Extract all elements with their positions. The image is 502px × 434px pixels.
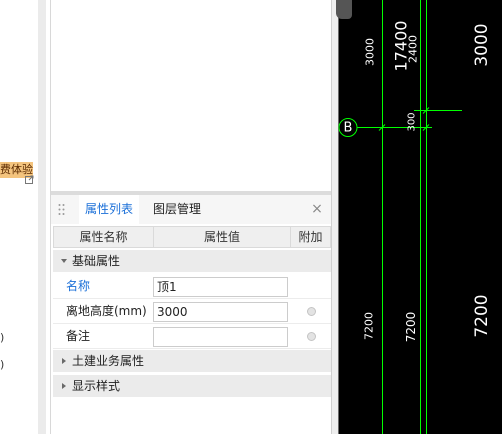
property-side-panel: 属性列表 图层管理 × 属性名称 属性值 附加 基础属性 名称 顶1 离地高度(… [50, 0, 332, 434]
dimension-label: 3000 [472, 23, 492, 66]
dimension-label: 300 [407, 112, 418, 131]
tab-property-list[interactable]: 属性列表 [79, 195, 140, 224]
tab-layer-management[interactable]: 图层管理 [147, 195, 207, 224]
close-button[interactable]: × [310, 201, 324, 217]
property-panel: 属性列表 图层管理 × 属性名称 属性值 附加 基础属性 名称 顶1 离地高度(… [51, 195, 331, 434]
expand-arrow-icon[interactable] [61, 375, 69, 397]
app-window: 费体验 ) ) 属性列表 图层管理 × 属性名称 属性值 附加 基础属性 名称 … [0, 0, 502, 434]
dimension-label: 3000 [364, 38, 377, 66]
truncated-text-fragment: ) [0, 331, 5, 344]
property-table: 属性名称 属性值 附加 基础属性 名称 顶1 离地高度(mm) 3000 备注 … [53, 226, 331, 434]
attach-checkbox[interactable] [307, 332, 316, 341]
height-input[interactable]: 3000 [153, 302, 288, 322]
name-input[interactable]: 顶1 [153, 277, 288, 297]
table-row: 名称 顶1 [53, 274, 331, 299]
property-name: 名称 [66, 279, 91, 293]
group-label: 土建业务属性 [72, 354, 145, 368]
input-value: 顶1 [157, 280, 177, 294]
left-panel: 费体验 ) ) [0, 0, 38, 434]
group-label: 基础属性 [72, 254, 121, 268]
dimension-label: 2400 [407, 35, 420, 63]
dimension-label: 7200 [404, 312, 418, 343]
external-link-icon[interactable] [25, 175, 34, 184]
remark-input[interactable] [153, 327, 288, 347]
expand-arrow-icon[interactable] [61, 250, 69, 272]
column-header-attach[interactable]: 附加 [291, 227, 330, 247]
group-label: 显示样式 [72, 379, 121, 393]
attach-checkbox[interactable] [307, 307, 316, 316]
group-row-basic[interactable]: 基础属性 [53, 250, 331, 272]
truncated-text-fragment: ) [0, 358, 5, 371]
drag-handle-icon[interactable] [58, 203, 65, 216]
table-header: 属性名称 属性值 附加 [53, 226, 331, 248]
table-row: 备注 [53, 324, 331, 349]
column-header-value[interactable]: 属性值 [154, 227, 291, 247]
drawing-canvas[interactable]: B 17400 2400 3000 3000 300 7200 7200 720… [338, 0, 502, 434]
dimension-label: 7200 [472, 294, 492, 337]
canvas-drawing: B 17400 2400 3000 3000 300 7200 7200 720… [338, 0, 492, 434]
upper-panel-area [51, 0, 331, 191]
property-name: 备注 [66, 329, 91, 343]
input-value: 3000 [157, 305, 188, 319]
column-header-name[interactable]: 属性名称 [54, 227, 154, 247]
expand-arrow-icon[interactable] [61, 350, 69, 372]
canvas-corner-handle[interactable] [336, 0, 352, 19]
property-name: 离地高度(mm) [66, 304, 147, 318]
group-row-civil[interactable]: 土建业务属性 [53, 350, 331, 372]
table-row: 离地高度(mm) 3000 [53, 299, 331, 324]
dimension-label: 7200 [363, 312, 376, 340]
group-row-display[interactable]: 显示样式 [53, 375, 331, 397]
property-tab-bar: 属性列表 图层管理 × [51, 195, 331, 224]
axis-label: B [344, 121, 353, 136]
left-panel-scrollbar[interactable] [38, 0, 46, 434]
